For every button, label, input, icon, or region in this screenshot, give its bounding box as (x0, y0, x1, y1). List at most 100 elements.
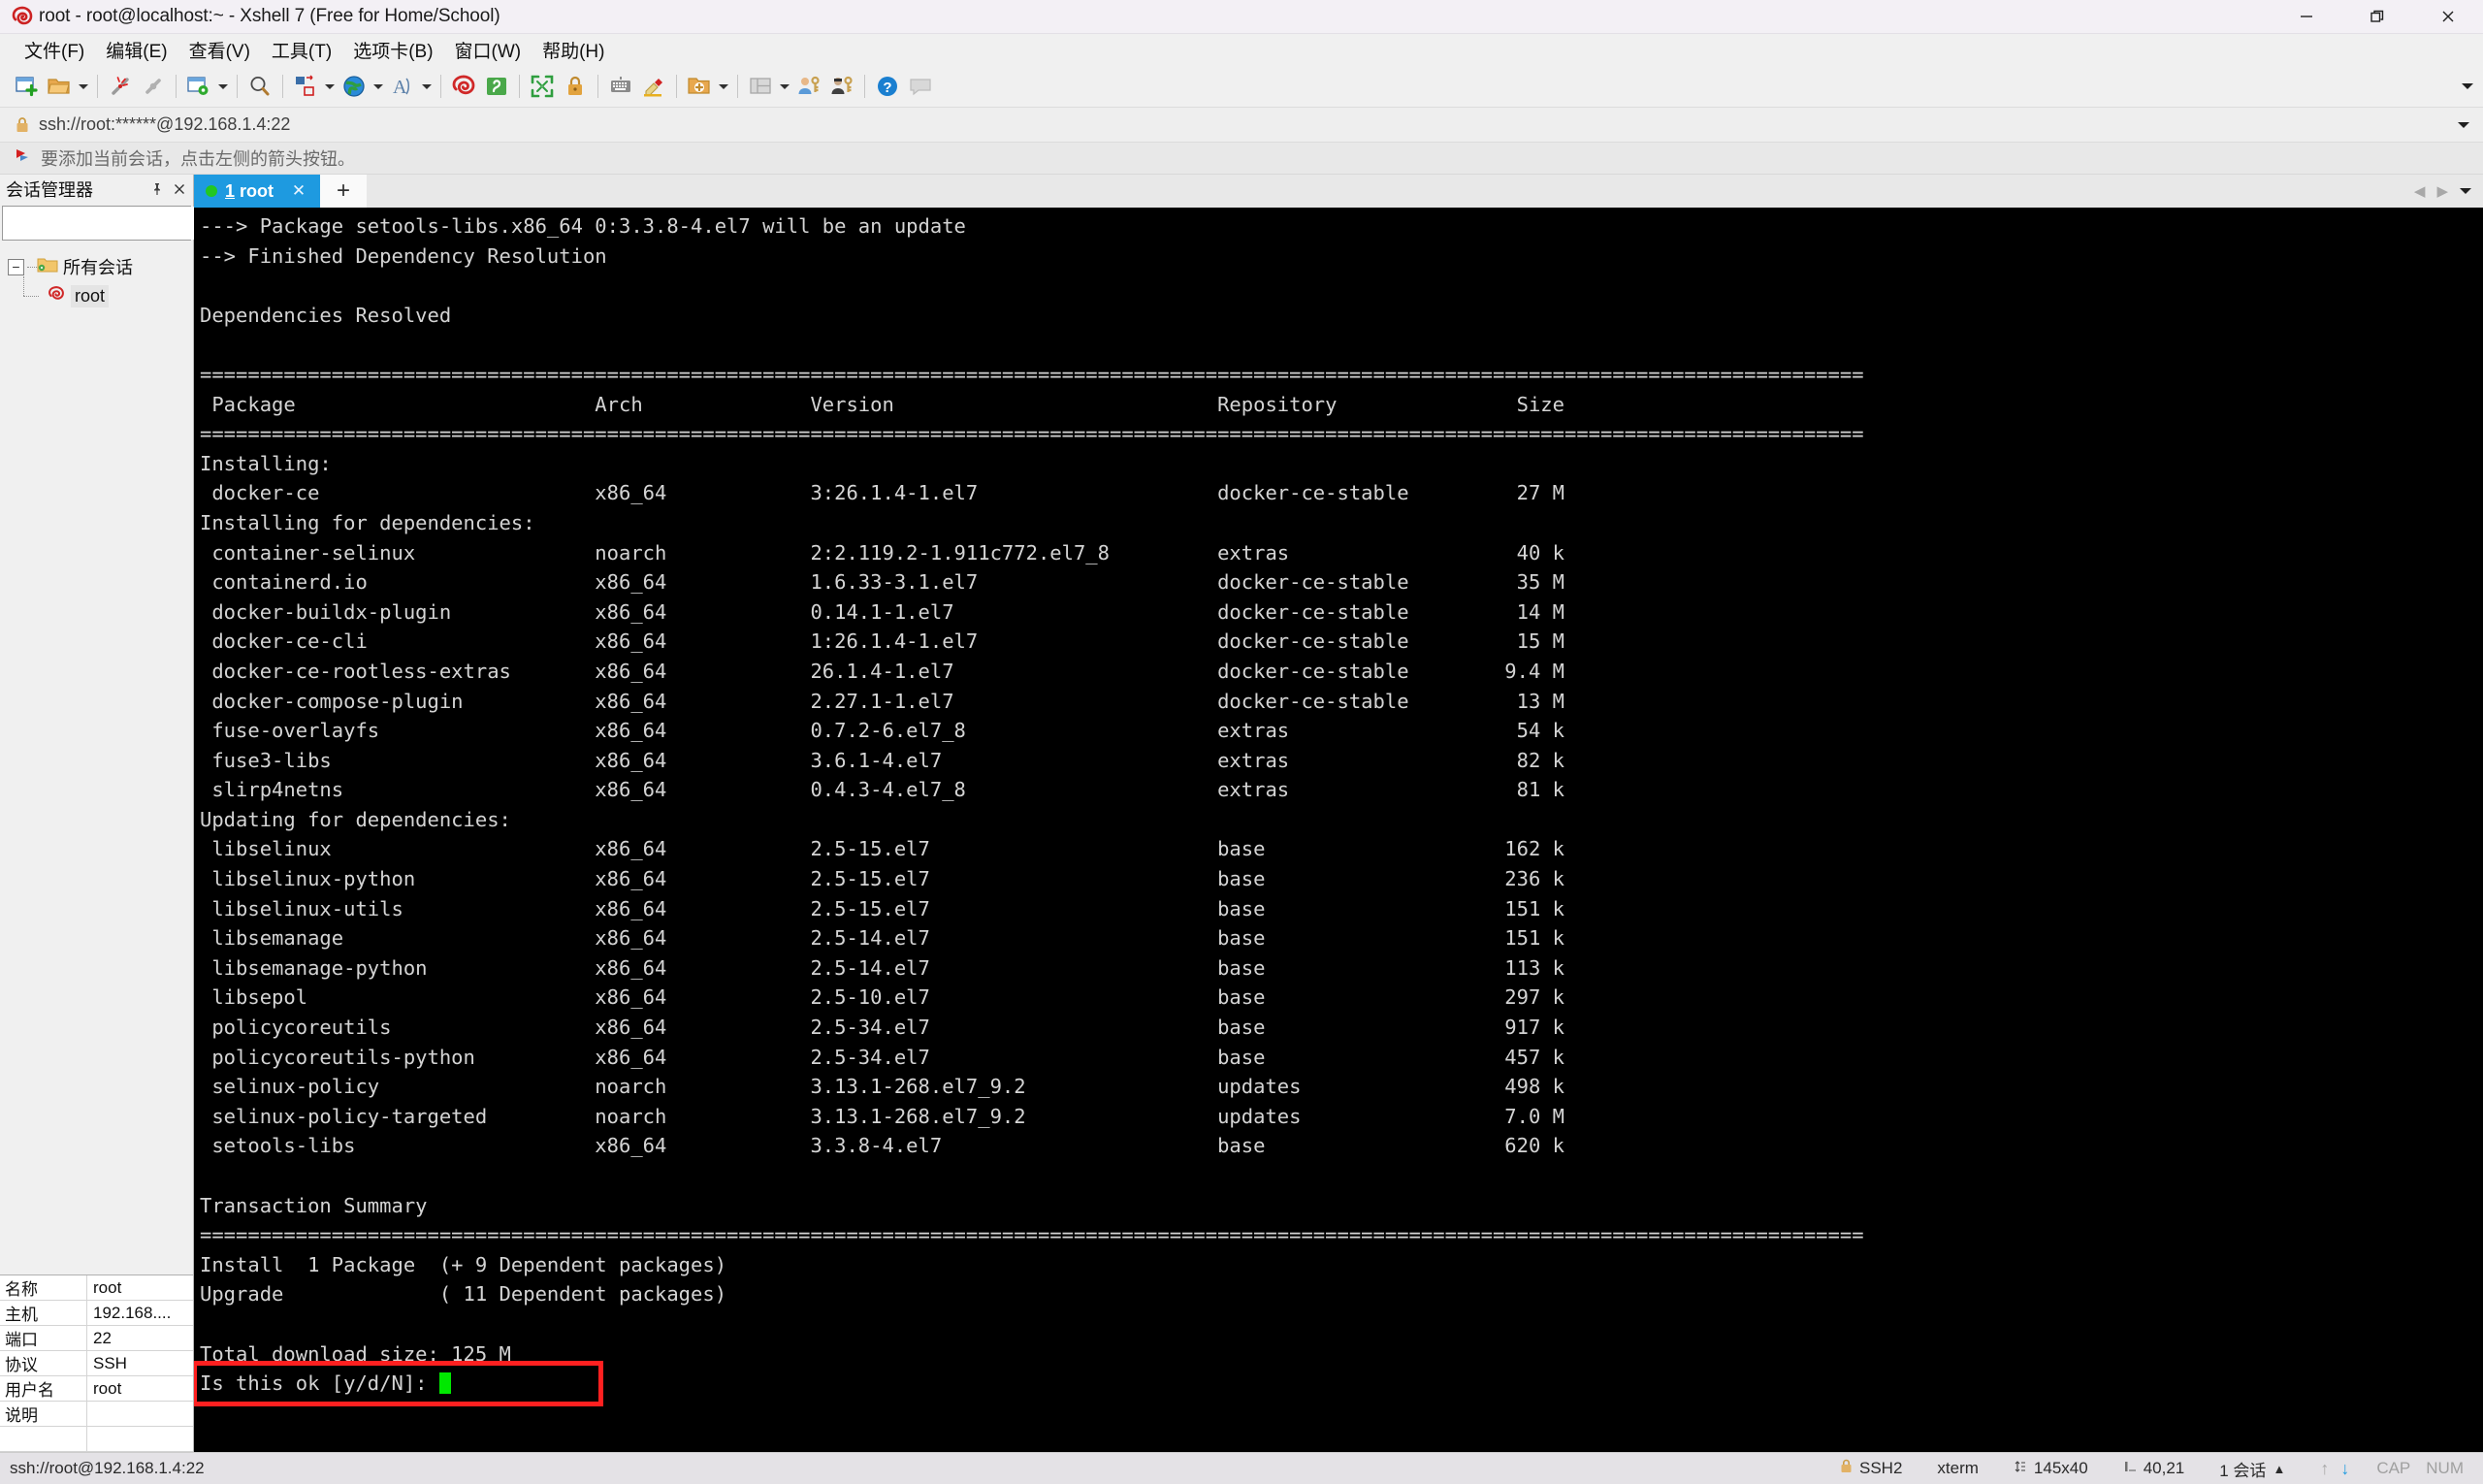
search-input[interactable] (3, 207, 223, 240)
property-row: 主机 192.168.... (0, 1301, 193, 1326)
status-size-label: 145x40 (2033, 1459, 2088, 1477)
toolbar-separator (97, 75, 98, 98)
property-value (87, 1427, 193, 1451)
menu-tools[interactable]: 工具(T) (261, 33, 342, 67)
app-logo-icon (8, 0, 37, 34)
session-search-box[interactable] (2, 206, 241, 241)
tree-expander-icon[interactable]: − (8, 258, 24, 275)
download-arrow-icon: ↓ (2340, 1458, 2350, 1478)
find-icon[interactable] (243, 70, 276, 103)
new-folder-icon[interactable] (683, 70, 716, 103)
xshell-icon[interactable] (447, 70, 480, 103)
font-dropdown-arrow[interactable] (419, 70, 435, 103)
terminal-prompt-line: Is this ok [y/d/N]: (200, 1369, 2483, 1399)
lock-session-icon[interactable] (559, 70, 592, 103)
tree-item-label: root (71, 284, 110, 307)
menu-view[interactable]: 查看(V) (178, 33, 261, 67)
session-manager-header: 会话管理器 (0, 175, 193, 204)
open-session-icon[interactable] (43, 70, 76, 103)
tab-close-icon[interactable]: ✕ (289, 181, 308, 201)
status-cursor-label: 40,21 (2143, 1459, 2185, 1477)
property-row: 名称 root (0, 1275, 193, 1301)
address-dropdown-arrow[interactable] (2458, 122, 2469, 128)
highlight-icon[interactable] (637, 70, 670, 103)
tab-list-dropdown-icon[interactable] (2460, 188, 2471, 194)
menu-help[interactable]: 帮助(H) (532, 33, 615, 67)
close-panel-icon[interactable] (170, 179, 189, 199)
close-button[interactable] (2412, 0, 2483, 34)
title-bar: root - root@localhost:~ - Xshell 7 (Free… (0, 0, 2483, 34)
window-controls (2271, 0, 2483, 34)
property-key: 用户名 (0, 1376, 87, 1401)
menu-window[interactable]: 窗口(W) (444, 33, 532, 67)
feedback-icon[interactable] (904, 70, 937, 103)
font-icon[interactable]: A (386, 70, 419, 103)
tab-name: root (235, 180, 274, 201)
lock-icon (10, 116, 35, 134)
xftp-icon[interactable] (480, 70, 513, 103)
status-sessions[interactable]: 1 会话 ▲ (2202, 1457, 2303, 1481)
tab-index: 1 (225, 180, 236, 201)
terminal-screen[interactable]: ---> Package setools-libs.x86_64 0:3.3.8… (194, 208, 2483, 1452)
web-browser-icon[interactable] (338, 70, 371, 103)
file-transfer-dropdown-arrow[interactable] (322, 70, 338, 103)
reconnect-icon[interactable] (137, 70, 170, 103)
toolbar-separator (282, 75, 283, 98)
tab-scroll-right-icon[interactable]: ▶ (2436, 182, 2448, 200)
keyboard-icon[interactable] (604, 70, 637, 103)
session-properties-icon[interactable] (182, 70, 215, 103)
property-key (0, 1427, 87, 1451)
window-title: root - root@localhost:~ - Xshell 7 (Free… (39, 6, 500, 26)
status-caps-lock: CAP (2376, 1459, 2411, 1477)
split-layout-icon[interactable] (744, 70, 777, 103)
new-tab-button[interactable]: + (320, 175, 367, 208)
tree-root-all-sessions[interactable]: − 所有会话 (0, 252, 193, 281)
notice-flag-icon (14, 146, 33, 171)
status-transfer-indicators: ↑ ↓ (2303, 1459, 2367, 1479)
web-browser-dropdown-arrow[interactable] (371, 70, 386, 103)
admin-key-icon[interactable] (825, 70, 858, 103)
property-row: 用户名 root (0, 1376, 193, 1402)
toolbar-separator (237, 75, 238, 98)
folder-icon (37, 256, 58, 278)
help-icon[interactable]: ? (871, 70, 904, 103)
properties-dropdown-arrow[interactable] (215, 70, 231, 103)
svg-text:A: A (393, 77, 407, 98)
property-value: 22 (93, 1328, 112, 1347)
lock-icon (1840, 1459, 1853, 1478)
new-session-icon[interactable] (10, 70, 43, 103)
status-size: 145x40 (1996, 1459, 2106, 1478)
session-xshell-icon (47, 284, 66, 308)
new-folder-dropdown-arrow[interactable] (716, 70, 731, 103)
notice-bar: 要添加当前会话，点击左侧的箭头按钮。 (0, 143, 2483, 175)
resize-icon (2014, 1459, 2027, 1478)
property-row: 协议 SSH (0, 1351, 193, 1376)
tab-scroll-left-icon[interactable]: ◀ (2414, 182, 2426, 200)
minimize-button[interactable] (2271, 0, 2341, 34)
menu-tabs[interactable]: 选项卡(B) (342, 33, 443, 67)
property-key: 端口 (0, 1326, 87, 1350)
address-bar[interactable]: ssh://root:******@192.168.1.4:22 (0, 108, 2483, 143)
menu-edit[interactable]: 编辑(E) (95, 33, 177, 67)
disconnect-icon[interactable] (104, 70, 137, 103)
tab-root[interactable]: 1 root ✕ (194, 175, 320, 208)
terminal-cursor (438, 1372, 451, 1395)
status-cursor-position: 40,21 (2106, 1459, 2203, 1478)
restore-button[interactable] (2341, 0, 2412, 34)
address-value[interactable]: ssh://root:******@192.168.1.4:22 (39, 114, 290, 135)
property-key: 协议 (0, 1351, 87, 1375)
chevron-up-icon[interactable]: ▲ (2273, 1462, 2285, 1476)
open-session-dropdown-arrow[interactable] (76, 70, 91, 103)
menu-file[interactable]: 文件(F) (14, 33, 95, 67)
toolbar-overflow-arrow[interactable] (2462, 83, 2473, 89)
connection-status-dot-icon (206, 185, 217, 197)
pin-icon[interactable] (147, 179, 167, 199)
status-num-lock: NUM (2426, 1459, 2464, 1477)
toolbar-separator (597, 75, 598, 98)
file-transfer-icon[interactable] (289, 70, 322, 103)
fullscreen-icon[interactable] (526, 70, 559, 103)
user-key-icon[interactable] (792, 70, 825, 103)
toolbar-separator (176, 75, 177, 98)
tree-item-root-session[interactable]: root (0, 275, 193, 310)
split-layout-dropdown-arrow[interactable] (777, 70, 792, 103)
